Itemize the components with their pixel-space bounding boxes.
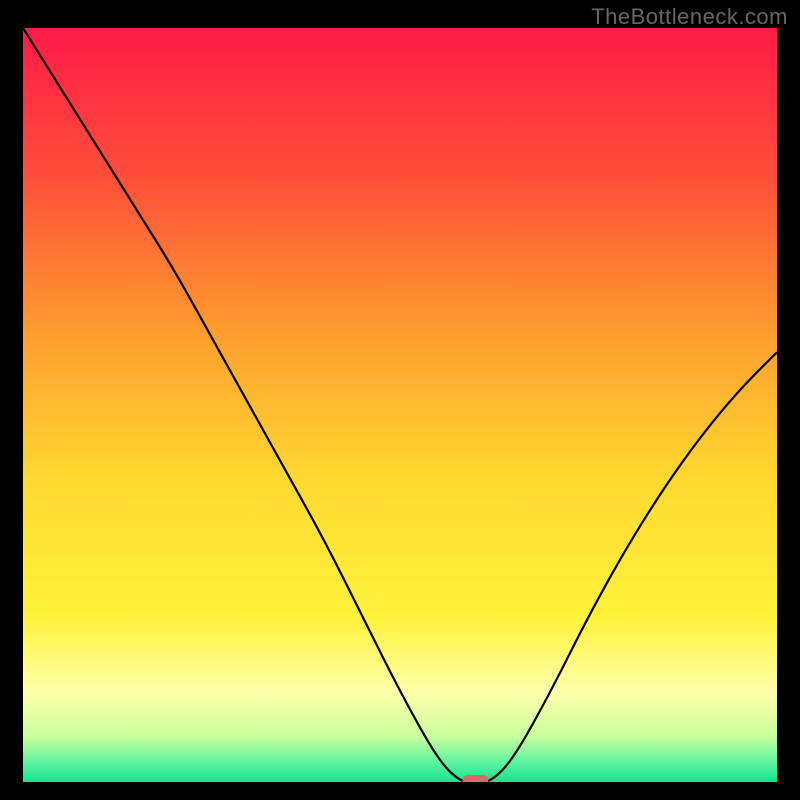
gradient-background [23,28,777,782]
optimal-marker [462,775,488,782]
chart-frame: TheBottleneck.com [0,0,800,800]
plot-area [23,28,777,782]
watermark-text: TheBottleneck.com [591,4,788,30]
bottleneck-chart [23,28,777,782]
